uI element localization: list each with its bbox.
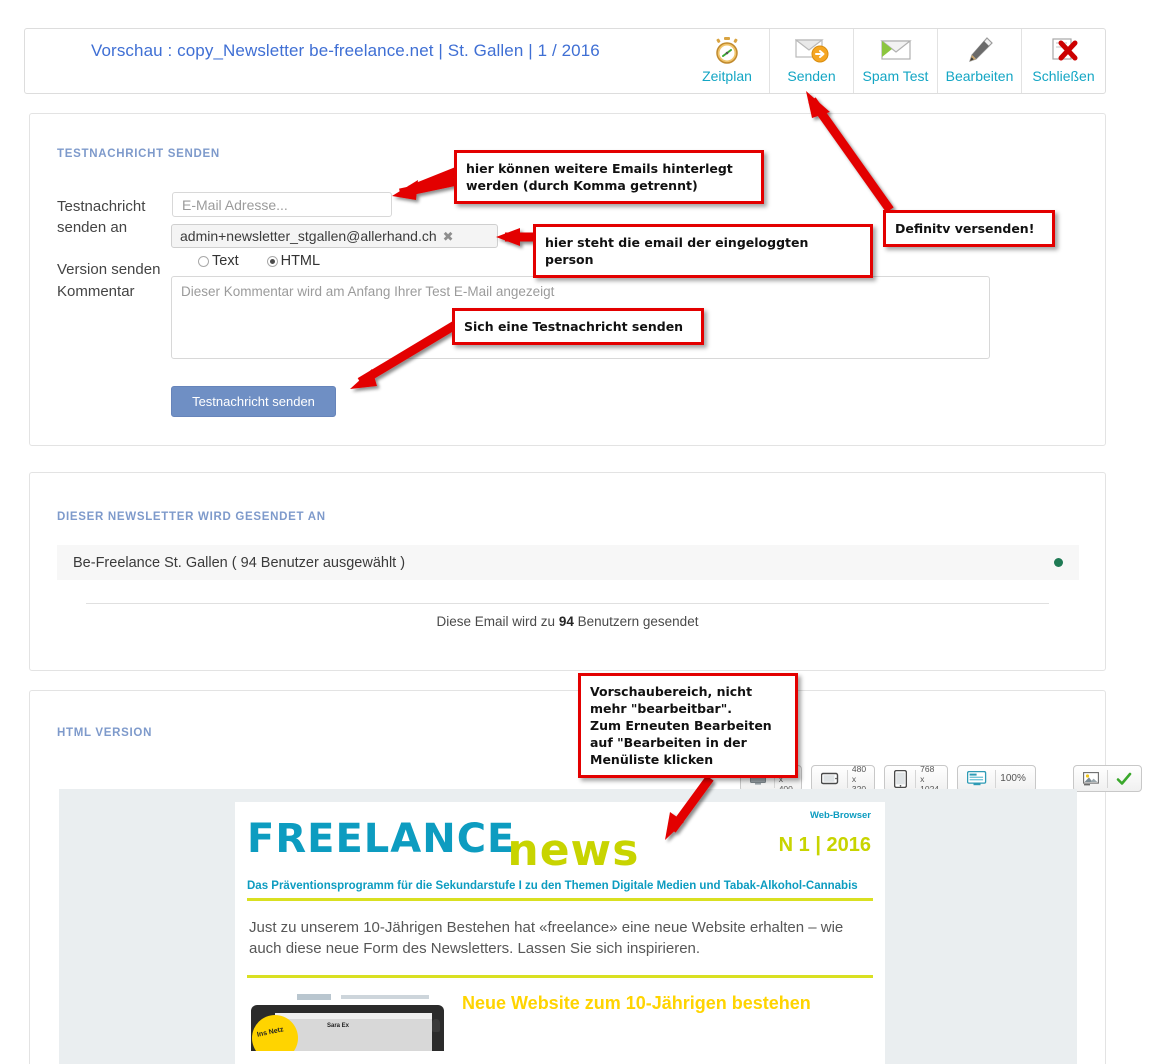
thumb-screen: Sara Ex — [275, 1013, 432, 1051]
envelope-send-icon — [794, 33, 829, 67]
newsletter-header: FREELANCEnews Web-Browser N 1 | 2016 Das… — [235, 802, 885, 894]
newsletter-intro-text: Just zu unserem 10-Jährigen Bestehen hat… — [249, 919, 844, 957]
toolbar-label: Spam Test — [862, 68, 929, 84]
device-button-zoom-100[interactable]: 100% — [957, 765, 1036, 792]
active-green-dot — [1054, 558, 1063, 567]
toolbar-button-schliessen[interactable]: Schließen — [1021, 29, 1105, 93]
recipient-list-row[interactable]: Be-Freelance St. Gallen ( 94 Benutzer au… — [57, 545, 1079, 580]
pencil-icon — [965, 33, 995, 67]
divider — [1106, 769, 1108, 788]
device-size-line1: 480 — [851, 763, 867, 774]
thumb-badge-text: Ins Netz — [256, 1026, 285, 1039]
newsletter-preview-stage: FREELANCEnews Web-Browser N 1 | 2016 Das… — [59, 789, 1077, 1064]
toolbar-button-spam-test[interactable]: Spam Test — [853, 29, 937, 93]
recipients-panel: DIESER NEWSLETTER WIRD GESENDET AN Be-Fr… — [29, 472, 1106, 671]
radio-option-text[interactable]: Text — [198, 253, 239, 269]
annotation-send-final: Definitv versenden! — [883, 210, 1055, 247]
recipient-tag[interactable]: admin+newsletter_stgallen@allerhand.ch ✖ — [171, 224, 498, 248]
logo-part-news: news — [507, 825, 640, 876]
note-suffix: Benutzern gesendet — [573, 614, 699, 629]
send-test-message-button[interactable]: Testnachricht senden — [171, 386, 336, 417]
newsletter-tagline: Das Präventionsprogramm für die Sekundar… — [247, 880, 858, 892]
annotation-self-test: Sich eine Testnachricht senden — [452, 308, 704, 345]
zoom-level-label: 100% — [1000, 773, 1026, 784]
thumb-profile-name: Sara Ex — [327, 1023, 350, 1029]
radio-label-text: Text — [212, 253, 239, 269]
page-root: Vorschau : copy_Newsletter be-freelance.… — [0, 0, 1159, 1064]
radio-label-html: HTML — [280, 253, 321, 269]
device-size-line1: 768 — [920, 763, 935, 774]
newsletter-issue: N 1 | 2016 — [778, 834, 871, 856]
annotation-more-emails: hier können weitere Emails hinterlegt we… — [454, 150, 764, 204]
recipient-list-name: Be-Freelance St. Gallen ( 94 Benutzer au… — [73, 554, 406, 571]
article-thumbnail: Sara Ex Ins Netz — [249, 991, 446, 1051]
toolbar-label: Schließen — [1032, 68, 1095, 84]
test-email-input[interactable] — [172, 192, 392, 217]
label-kommentar: Kommentar — [57, 283, 135, 300]
device-preview-toolbar: 600 x 400 480 x 320 — [740, 763, 1142, 794]
html-version-panel: HTML VERSION 600 x 400 — [29, 690, 1142, 1064]
toolbar-button-senden[interactable]: Senden — [769, 29, 853, 93]
radio-option-html[interactable]: HTML — [266, 253, 321, 269]
image-icon — [1079, 771, 1103, 786]
divider — [915, 769, 917, 788]
section-title-html: HTML VERSION — [57, 727, 153, 739]
recipient-tag-email: admin+newsletter_stgallen@allerhand.ch — [180, 228, 437, 244]
article-title: Neue Website zum 10-Jährigen bestehen — [462, 993, 811, 1013]
remove-tag-icon[interactable]: ✖ — [443, 230, 454, 243]
note-prefix: Diese Email wird zu — [436, 614, 559, 629]
section-title-recipients: DIESER NEWSLETTER WIRD GESENDET AN — [57, 511, 326, 523]
phone-landscape-icon — [817, 772, 843, 785]
label-version-senden: Version senden — [57, 261, 161, 278]
page-title: Vorschau : copy_Newsletter be-freelance.… — [91, 41, 600, 60]
toolbar-label: Zeitplan — [702, 68, 752, 84]
radio-indicator-text — [198, 255, 209, 267]
images-toggle-button[interactable] — [1072, 765, 1142, 792]
note-count: 94 — [558, 614, 574, 629]
newsletter-article: Sara Ex Ins Netz Neue Website zum 10-Jäh… — [235, 978, 885, 1051]
toolbar-label: Senden — [787, 68, 836, 84]
stopwatch-icon — [712, 33, 742, 67]
thumb-mini-logo — [297, 994, 331, 1000]
top-toolbar: Vorschau : copy_Newsletter be-freelance.… — [24, 28, 1106, 94]
envelope-check-icon — [879, 33, 913, 67]
divider — [995, 769, 997, 788]
toolbar-label: Bearbeiten — [945, 68, 1014, 84]
version-radio-group: Text HTML — [198, 253, 348, 269]
toolbar-button-zeitplan[interactable]: Zeitplan — [685, 29, 769, 93]
thumb-nav-bar — [341, 995, 429, 999]
logo-part-freelance: FREELANCE — [247, 816, 516, 862]
close-red-x-icon — [1049, 33, 1079, 67]
label-send-test-to-line2: senden an — [57, 219, 128, 236]
check-icon — [1112, 772, 1136, 786]
device-button-tablet-768[interactable]: 768 x 1024 — [884, 763, 949, 794]
web-browser-link[interactable]: Web-Browser — [810, 810, 871, 821]
device-button-mobile-480[interactable]: 480 x 320 — [811, 763, 876, 794]
thumb-person-silhouette — [432, 1019, 440, 1032]
divider — [847, 769, 848, 788]
monitor-icon — [963, 771, 991, 786]
toolbar-button-bearbeiten[interactable]: Bearbeiten — [937, 29, 1021, 93]
divider — [86, 603, 1049, 604]
section-title-test: TESTNACHRICHT SENDEN — [57, 148, 220, 160]
annotation-logged-in-email: hier steht die email der eingeloggten pe… — [533, 224, 873, 278]
label-send-test-to-line1: Testnachricht — [57, 198, 146, 215]
recipient-count-note: Diese Email wird zu 94 Benutzern gesende… — [30, 614, 1105, 629]
toolbar-actions: Zeitplan Senden Spam Test Bearbeiten Sch… — [685, 29, 1105, 93]
annotation-preview-area: Vorschaubereich, nicht mehr "bearbeitbar… — [578, 673, 798, 778]
thumb-status-bar — [275, 1013, 432, 1019]
tablet-icon — [890, 769, 911, 788]
newsletter-logo: FREELANCEnews — [247, 812, 639, 876]
newsletter-email-body: FREELANCEnews Web-Browser N 1 | 2016 Das… — [235, 802, 885, 1064]
radio-indicator-html — [266, 255, 278, 267]
